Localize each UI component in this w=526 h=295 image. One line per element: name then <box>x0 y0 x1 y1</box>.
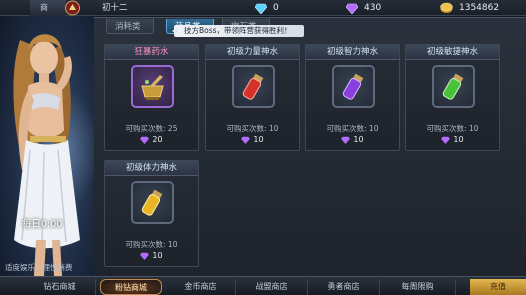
purple-diamond-icon <box>346 3 358 14</box>
character-illustration <box>13 34 80 276</box>
price-value: 10 <box>453 135 464 144</box>
diamond-resource: 0 <box>255 0 279 16</box>
shop-item-card[interactable]: 狂暴药水 可购买次数: 25 20 <box>104 44 199 151</box>
store-panel: 消耗类 药品类 宝石类 技方Boss，带领阵营获得胜利！ 狂暴药水 可购买次数:… <box>94 17 526 276</box>
purple-diamond-icon <box>441 136 451 144</box>
tab-alliance-shop[interactable]: 战盟商店 <box>236 279 308 295</box>
health-slogan: 适度娱乐，理性消费 <box>5 263 73 272</box>
price-value: 20 <box>152 135 163 144</box>
gold-coin-icon <box>440 2 453 13</box>
item-name: 初级敏捷神水 <box>406 45 499 60</box>
pink-diamond-count: 430 <box>364 3 382 13</box>
shop-item-card[interactable]: 初级敏捷神水 可购买次数: 10 10 <box>405 44 500 151</box>
recharge-button[interactable]: 充值 <box>470 279 526 295</box>
purchase-limit: 可购买次数: 10 <box>426 124 479 133</box>
purchase-limit: 可购买次数: 10 <box>326 124 379 133</box>
item-price: 10 <box>306 135 399 144</box>
gold-resource: 1354862 <box>440 0 499 16</box>
purple-diamond-icon <box>241 136 251 144</box>
character-portrait-panel: 每日0:00 适度娱乐，理性消费 <box>0 0 98 276</box>
shop-bottom-tabs: 钻石商城 粉钻商城 金币商店 战盟商店 勇者商店 每周限购 充值 <box>0 276 526 295</box>
purchase-limit: 可购买次数: 10 <box>125 240 178 249</box>
tab-diamond-mall[interactable]: 钻石商城 <box>24 279 96 295</box>
shop-item-card[interactable]: 初级力量神水 可购买次数: 10 10 <box>205 44 300 151</box>
player-title: 初十二 <box>102 3 128 13</box>
green-vial-icon <box>442 73 464 100</box>
item-name: 初级智力神水 <box>306 45 399 60</box>
price-value: 10 <box>152 251 163 260</box>
item-icon-slot[interactable] <box>131 65 174 108</box>
purple-diamond-icon <box>341 136 351 144</box>
item-price: 20 <box>105 135 198 144</box>
item-name: 初级力量神水 <box>206 45 299 60</box>
purple-vial-icon <box>342 73 364 100</box>
shop-name-tab: 商 <box>30 0 66 16</box>
gold-count: 1354862 <box>459 3 500 13</box>
price-value: 10 <box>253 135 264 144</box>
purchase-limit: 可购买次数: 25 <box>125 124 178 133</box>
shop-item-card[interactable]: 初级体力神水 可购买次数: 10 10 <box>104 160 199 267</box>
item-icon-slot[interactable] <box>232 65 275 108</box>
item-price: 10 <box>105 251 198 260</box>
item-icon-slot[interactable] <box>432 65 475 108</box>
mortar-potion-icon <box>141 75 164 100</box>
purchase-limit: 可购买次数: 10 <box>226 124 279 133</box>
pink-diamond-resource: 430 <box>346 0 381 16</box>
item-icon-slot[interactable] <box>332 65 375 108</box>
red-vial-icon <box>242 73 264 100</box>
daily-reset-label: 每日0:00 <box>22 219 63 230</box>
tab-pink-diamond-mall[interactable]: 粉钻商城 <box>100 279 162 295</box>
tab-hero-shop[interactable]: 勇者商店 <box>308 279 380 295</box>
top-resource-bar: 商 初十二 0 430 1354862 <box>0 0 526 16</box>
purple-diamond-icon <box>140 136 150 144</box>
yellow-vial-icon <box>141 189 163 216</box>
boss-tip-tooltip: 技方Boss，带领阵营获得胜利！ <box>172 25 304 37</box>
diamond-count: 0 <box>273 3 279 13</box>
price-value: 10 <box>353 135 364 144</box>
diamond-icon <box>255 3 267 14</box>
tab-gold-shop[interactable]: 金币商店 <box>166 279 236 295</box>
emblem-icon <box>65 0 80 16</box>
item-icon-slot[interactable] <box>131 181 174 224</box>
item-name: 狂暴药水 <box>105 45 198 60</box>
shop-item-card[interactable]: 初级智力神水 可购买次数: 10 10 <box>305 44 400 151</box>
purple-diamond-icon <box>140 252 150 260</box>
item-name: 初级体力神水 <box>105 161 198 176</box>
tab-weekly-limited[interactable]: 每周限购 <box>380 279 456 295</box>
item-price: 10 <box>406 135 499 144</box>
subtab-consumables[interactable]: 消耗类 <box>106 19 154 34</box>
item-price: 10 <box>206 135 299 144</box>
